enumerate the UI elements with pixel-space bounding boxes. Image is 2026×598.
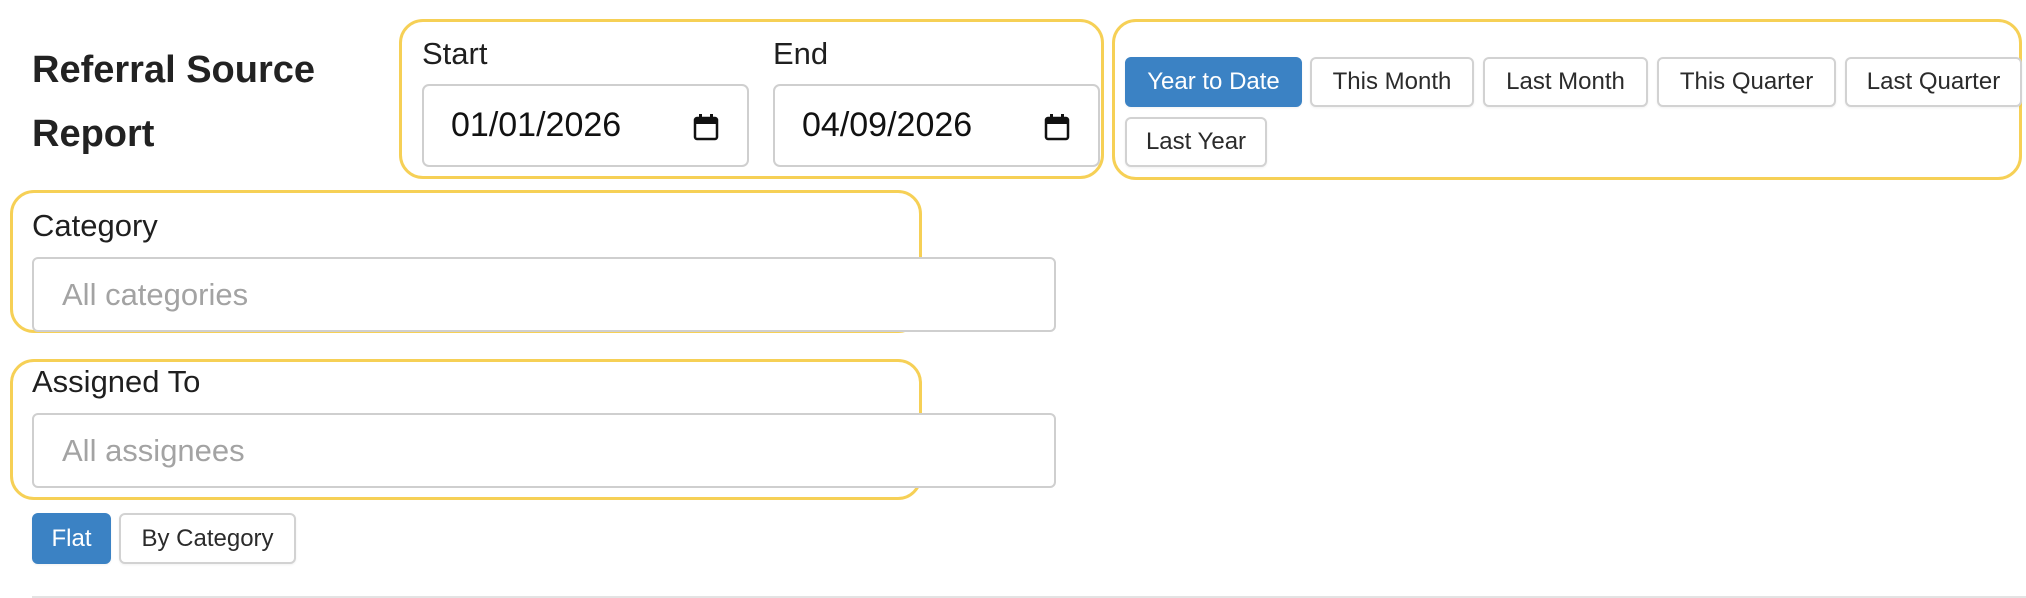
page-title: Referral Source Report	[32, 49, 316, 155]
end-date-input[interactable]: 04/09/2026	[773, 84, 1100, 167]
period-last-quarter-button[interactable]: Last Quarter	[1845, 57, 2022, 107]
category-label: Category	[32, 208, 158, 243]
assigned-to-select[interactable]: All assignees	[32, 413, 1056, 488]
calendar-icon[interactable]	[1044, 113, 1070, 141]
category-placeholder: All categories	[62, 276, 249, 312]
view-flat-button[interactable]: Flat	[32, 513, 111, 564]
calendar-icon[interactable]	[693, 113, 719, 141]
view-by-category-button[interactable]: By Category	[119, 513, 296, 564]
start-date-input[interactable]: 01/01/2026	[422, 84, 749, 167]
start-date-value: 01/01/2026	[451, 106, 622, 144]
end-date-value: 04/09/2026	[802, 106, 973, 144]
start-date-label: Start	[422, 36, 488, 71]
assigned-to-placeholder: All assignees	[62, 432, 245, 468]
period-last-month-button[interactable]: Last Month	[1483, 57, 1648, 107]
period-this-month-button[interactable]: This Month	[1310, 57, 1474, 107]
end-date-label: End	[773, 36, 829, 71]
assigned-to-label: Assigned To	[32, 364, 201, 399]
category-select[interactable]: All categories	[32, 257, 1056, 332]
period-this-quarter-button[interactable]: This Quarter	[1657, 57, 1836, 107]
period-last-year-button[interactable]: Last Year	[1125, 117, 1267, 167]
report-filter-panel: Referral Source Report Start 01/01/2026 …	[0, 0, 2026, 598]
period-year-to-date-button[interactable]: Year to Date	[1125, 57, 1302, 107]
